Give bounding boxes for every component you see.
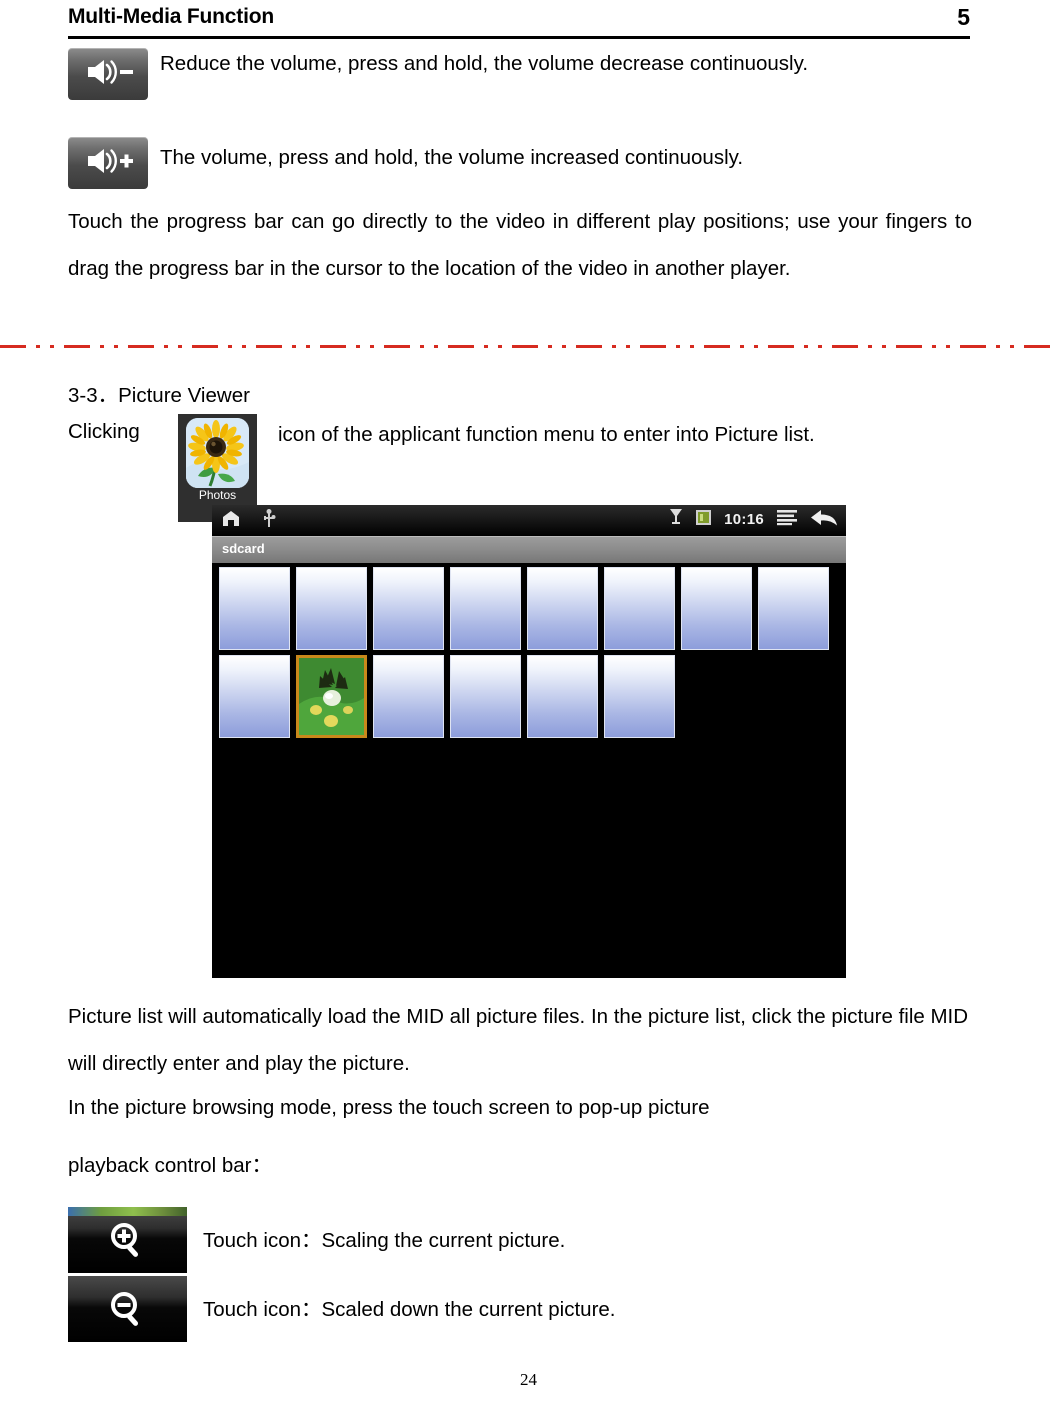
zoom-in-caption: Touch icon：Scaling the current picture. [203,1229,566,1252]
thumbnail[interactable] [296,567,367,650]
zoom-out-icon[interactable] [68,1276,187,1342]
thumbnail[interactable] [681,567,752,650]
battery-icon [695,508,712,531]
thumbnail[interactable] [527,567,598,650]
android-gallery-screenshot: 10:16 sdcard [212,505,846,978]
section-divider [0,344,1057,348]
menu-lines-icon[interactable] [776,508,798,531]
sunflower-icon [186,418,249,488]
path-label: sdcard [222,541,265,556]
thumbnail[interactable] [758,567,829,650]
home-icon[interactable] [222,510,240,532]
image-edge-strip [68,1207,187,1216]
footer-page-number: 24 [520,1370,537,1389]
photos-app-label: Photos [198,488,237,502]
volume-down-row: Reduce the volume, press and hold, the v… [68,40,972,100]
zoom-out-row: Touch icon：Scaled down the current pictu… [68,1276,968,1342]
zoom-out-caption: Touch icon：Scaled down the current pictu… [203,1298,616,1321]
thumbnail-grid [219,567,839,738]
picture-list-paragraph: Picture list will automatically load the… [68,1005,969,1075]
status-bar-clock: 10:16 [724,511,764,528]
volume-down-text: Reduce the volume, press and hold, the v… [160,52,809,75]
status-bar-right-zone: 10:16 [669,507,838,532]
volume-up-row: The volume, press and hold, the volume i… [68,135,972,189]
thumbnail[interactable] [450,567,521,650]
back-arrow-icon[interactable] [810,508,838,532]
thumbnail[interactable] [450,655,521,738]
zoom-in-icon[interactable] [68,1207,187,1273]
thumbnail[interactable] [527,655,598,738]
status-bar-left-icons [222,509,276,533]
volume-up-icon[interactable] [68,137,148,189]
playback-bar-label: playback control bar： [68,1154,272,1177]
thumbnail[interactable] [219,655,290,738]
usb-icon[interactable] [262,509,276,533]
clicking-suffix-text: icon of the applicant function menu to e… [278,423,815,446]
clicking-prefix-label: Clicking [68,420,140,443]
progress-bar-paragraph: Touch the progress bar can go directly t… [68,210,972,280]
thumbnail[interactable] [604,567,675,650]
thumbnail[interactable] [219,567,290,650]
signal-icon [669,507,683,532]
chapter-number: 5 [957,4,970,30]
thumbnail-selected[interactable] [296,655,367,738]
thumbnail[interactable] [373,655,444,738]
section-heading: 3-3．Picture Viewer [68,384,250,407]
thumbnail[interactable] [373,567,444,650]
volume-down-icon[interactable] [68,48,148,100]
zoom-in-row: Touch icon：Scaling the current picture. [68,1207,968,1273]
android-status-bar: 10:16 [212,505,846,536]
browsing-mode-paragraph: In the picture browsing mode, press the … [68,1096,710,1119]
thumbnail[interactable] [604,655,675,738]
android-path-bar[interactable]: sdcard [212,536,846,563]
page-title: Multi-Media Function [68,5,274,28]
volume-up-text: The volume, press and hold, the volume i… [160,146,744,169]
page-header: Multi-Media Function 5 [68,2,970,39]
